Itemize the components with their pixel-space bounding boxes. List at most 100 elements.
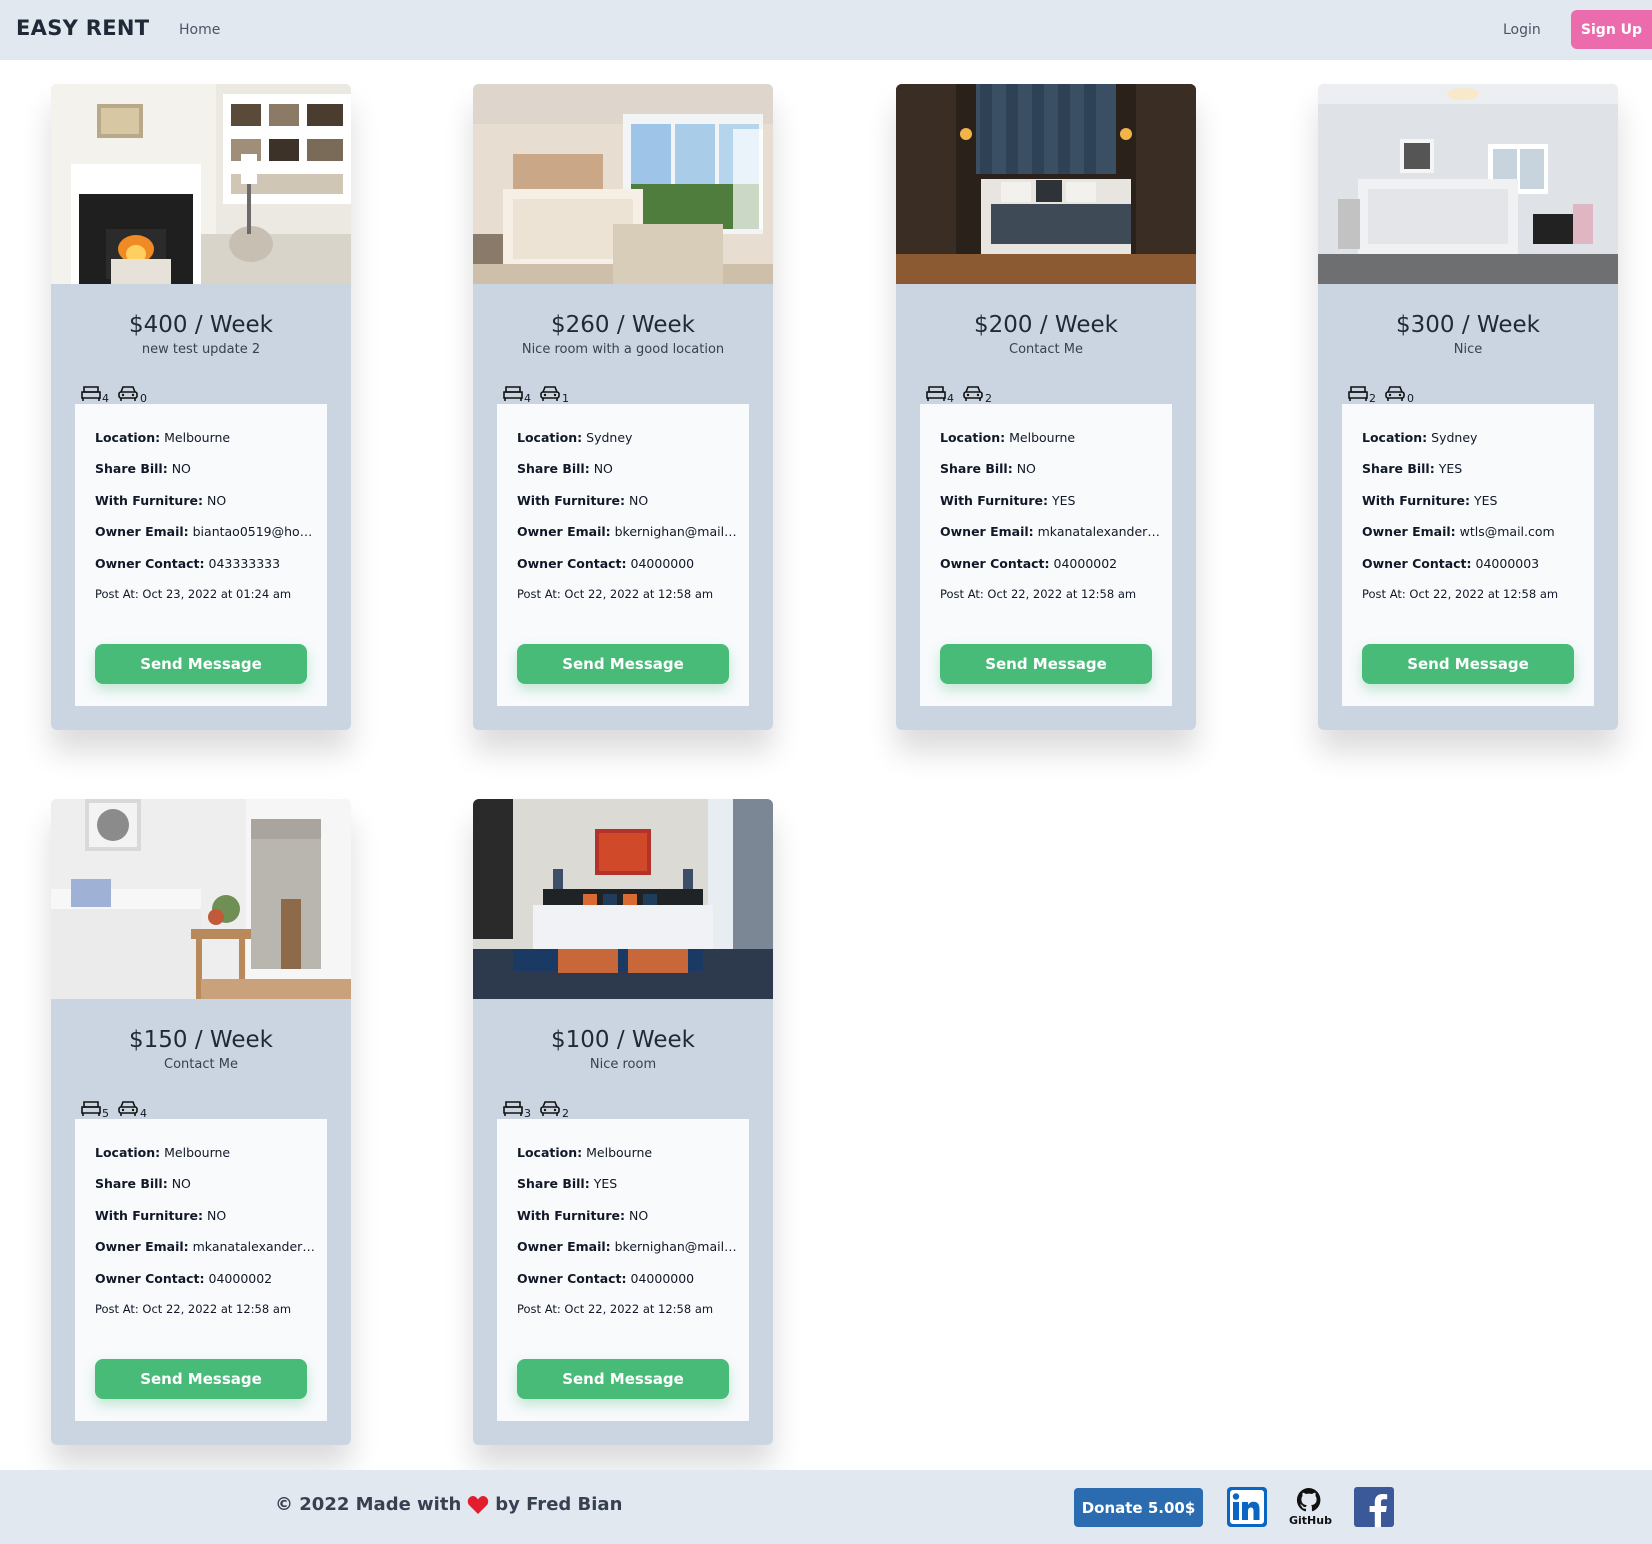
bed-icon <box>81 386 101 401</box>
location-label: Location: <box>517 1145 583 1160</box>
github-link[interactable]: GitHub <box>1289 1487 1332 1531</box>
furniture-row: With Furniture: YES <box>940 493 1162 508</box>
parking-count-value: 1 <box>562 392 569 405</box>
location-value: Melbourne <box>164 1145 231 1160</box>
signup-button[interactable]: Sign Up <box>1571 10 1652 49</box>
parking-count: 0 <box>117 384 147 404</box>
car-icon <box>540 1101 560 1116</box>
bed-count-value: 3 <box>524 1107 531 1120</box>
email-row: Owner Email: bkernighan@mail.co... <box>517 524 739 539</box>
location-value: Melbourne <box>164 430 231 445</box>
listing-price: $300 / Week <box>1396 312 1540 338</box>
email-value: biantao0519@hotm... <box>192 524 317 539</box>
email-row: Owner Email: mkanatalexander@... <box>940 524 1162 539</box>
linkedin-link[interactable] <box>1227 1487 1267 1527</box>
share-bill-value: NO <box>1016 461 1036 476</box>
share-bill-label: Share Bill: <box>940 461 1013 476</box>
furniture-value: NO <box>206 493 227 508</box>
bed-icon <box>1348 386 1368 401</box>
contact-label: Owner Contact: <box>940 556 1050 571</box>
bed-count: 2 <box>1348 384 1376 405</box>
bed-count: 4 <box>81 384 109 404</box>
furniture-row: With Furniture: YES <box>1362 493 1584 508</box>
send-message-button[interactable]: Send Message <box>95 644 307 684</box>
contact-label: Owner Contact: <box>517 1271 627 1286</box>
email-row: Owner Email: biantao0519@hotm... <box>95 524 317 539</box>
email-label: Owner Email: <box>940 524 1034 539</box>
share-bill-label: Share Bill: <box>95 1176 168 1191</box>
share-bill-row: Share Bill: YES <box>517 1176 739 1191</box>
amenities: 5 4 <box>81 1095 147 1120</box>
send-message-button[interactable]: Send Message <box>517 644 729 684</box>
share-bill-label: Share Bill: <box>1362 461 1435 476</box>
copyright-suffix: by Fred Bian <box>495 1494 623 1515</box>
donate-button[interactable]: Donate 5.00$ <box>1074 1488 1203 1527</box>
listing-card: $150 / Week Contact Me 5 4 Location: Mel… <box>51 799 351 1445</box>
email-row: Owner Email: mkanatalexander@... <box>95 1239 317 1254</box>
furniture-row: With Furniture: NO <box>95 493 317 508</box>
email-row: Owner Email: bkernighan@mail.co... <box>517 1239 739 1254</box>
email-label: Owner Email: <box>517 1239 611 1254</box>
github-icon <box>1296 1487 1321 1512</box>
share-bill-row: Share Bill: NO <box>95 461 317 476</box>
listing-price: $400 / Week <box>129 312 273 338</box>
car-icon <box>540 386 560 401</box>
furniture-label: With Furniture: <box>517 1208 625 1223</box>
listing-photo <box>473 799 773 999</box>
location-label: Location: <box>95 430 161 445</box>
contact-row: Owner Contact: 04000003 <box>1362 556 1584 571</box>
email-label: Owner Email: <box>1362 524 1456 539</box>
location-value: Sydney <box>586 430 633 445</box>
listing-card: $200 / Week Contact Me 4 2 Location: Mel… <box>896 84 1196 730</box>
nav-link-home[interactable]: Home <box>179 22 220 38</box>
copyright: © 2022 Made with by Fred Bian <box>275 1494 622 1515</box>
share-bill-value: YES <box>593 1176 618 1191</box>
brand-logo[interactable]: EASY RENT <box>16 16 149 40</box>
location-label: Location: <box>517 430 583 445</box>
parking-count: 1 <box>539 384 569 405</box>
car-icon <box>1385 386 1405 401</box>
location-label: Location: <box>940 430 1006 445</box>
contact-label: Owner Contact: <box>95 556 205 571</box>
send-message-button[interactable]: Send Message <box>1362 644 1574 684</box>
send-message-button[interactable]: Send Message <box>95 1359 307 1399</box>
listing-price: $200 / Week <box>974 312 1118 338</box>
listing-photo <box>51 84 351 284</box>
share-bill-label: Share Bill: <box>517 1176 590 1191</box>
parking-count-value: 4 <box>140 1107 147 1120</box>
send-message-button[interactable]: Send Message <box>517 1359 729 1399</box>
bed-icon <box>81 1101 101 1116</box>
furniture-row: With Furniture: NO <box>517 493 739 508</box>
contact-value: 04000002 <box>1053 556 1118 571</box>
bed-count-value: 2 <box>1369 392 1376 405</box>
parking-count-value: 2 <box>985 392 992 405</box>
email-label: Owner Email: <box>95 1239 189 1254</box>
furniture-label: With Furniture: <box>1362 493 1470 508</box>
posted-at: Post At: Oct 23, 2022 at 01:24 am <box>95 587 292 601</box>
contact-row: Owner Contact: 04000002 <box>95 1271 317 1286</box>
share-bill-row: Share Bill: NO <box>517 461 739 476</box>
share-bill-value: NO <box>593 461 613 476</box>
bed-count: 3 <box>503 1099 531 1120</box>
nav-link-login[interactable]: Login <box>1503 22 1541 38</box>
email-label: Owner Email: <box>95 524 189 539</box>
send-message-button[interactable]: Send Message <box>940 644 1152 684</box>
furniture-label: With Furniture: <box>940 493 1048 508</box>
furniture-value: YES <box>1473 493 1498 508</box>
listing-details: Location: Melbourne Share Bill: YES With… <box>497 1119 749 1421</box>
parking-count-value: 0 <box>1407 392 1414 405</box>
bed-count-value: 5 <box>102 1107 109 1120</box>
contact-row: Owner Contact: 04000000 <box>517 556 739 571</box>
contact-row: Owner Contact: 043333333 <box>95 556 317 571</box>
location-label: Location: <box>95 1145 161 1160</box>
email-value: mkanatalexander@... <box>1037 524 1162 539</box>
furniture-row: With Furniture: NO <box>95 1208 317 1223</box>
bed-count-value: 4 <box>524 392 531 405</box>
share-bill-row: Share Bill: NO <box>940 461 1162 476</box>
listing-photo <box>1318 84 1618 284</box>
listing-description: Nice room with a good location <box>521 342 725 357</box>
furniture-value: NO <box>628 1208 649 1223</box>
share-bill-label: Share Bill: <box>95 461 168 476</box>
facebook-link[interactable] <box>1354 1487 1394 1527</box>
listing-details: Location: Melbourne Share Bill: NO With … <box>75 404 327 706</box>
